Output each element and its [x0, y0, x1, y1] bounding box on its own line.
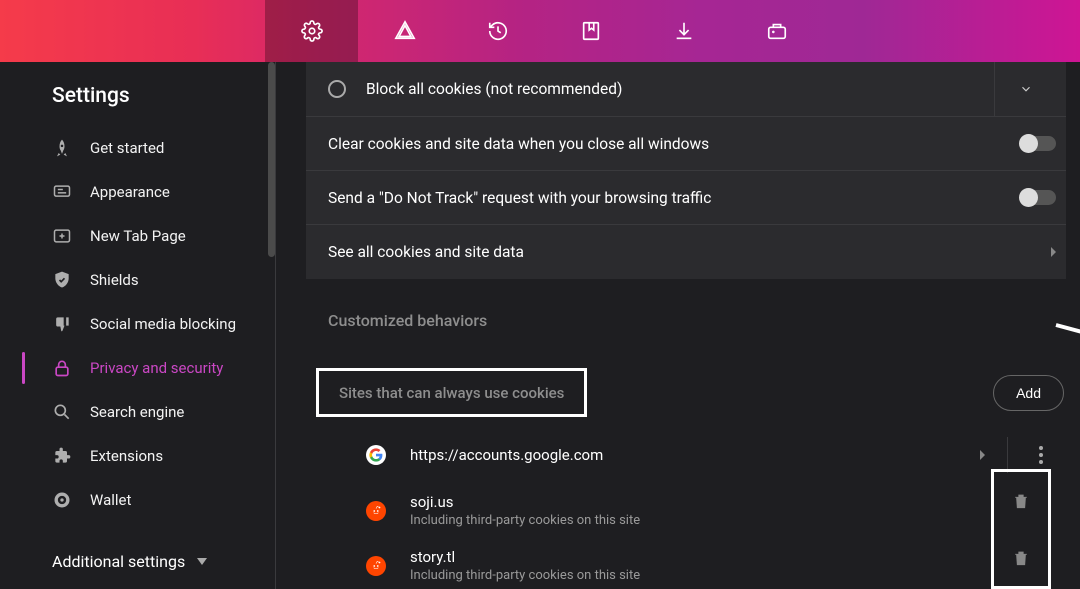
google-favicon-icon	[366, 445, 386, 465]
clear-on-close-label: Clear cookies and site data when you clo…	[328, 135, 1022, 153]
allow-sites-header: Sites that can always use cookies Add	[306, 340, 1080, 427]
tab-rewards[interactable]	[358, 0, 451, 62]
sidebar-additional-settings[interactable]: Additional settings	[0, 522, 275, 571]
sidebar-label: Wallet	[90, 491, 131, 509]
sidebar-item-privacy-security[interactable]: Privacy and security	[0, 346, 275, 390]
chevron-right-icon[interactable]	[980, 450, 985, 460]
sidebar-item-social-blocking[interactable]: Social media blocking	[0, 302, 275, 346]
expand-button[interactable]	[994, 62, 1056, 116]
rocket-icon	[52, 138, 72, 158]
site-url: https://accounts.google.com	[410, 446, 946, 464]
customized-behaviors-heading: Customized behaviors	[306, 279, 1080, 340]
sidebar-label: New Tab Page	[90, 227, 186, 245]
additional-label: Additional settings	[52, 552, 185, 571]
sidebar-label: Search engine	[90, 403, 184, 421]
sidebar-items: Get started Appearance New Tab Page Shie…	[0, 126, 275, 522]
lock-icon	[52, 358, 72, 378]
site-row[interactable]: soji.us Including third-party cookies on…	[306, 483, 1080, 538]
sidebar-item-shields[interactable]: Shields	[0, 258, 275, 302]
chevron-down-icon	[197, 558, 207, 565]
gear-icon	[301, 20, 323, 42]
site-row-actions	[970, 437, 1070, 473]
site-text: https://accounts.google.com	[410, 446, 946, 464]
site-desc: Including third-party cookies on this si…	[410, 513, 1070, 528]
site-text: story.tl Including third-party cookies o…	[410, 548, 1070, 583]
tab-bookmarks[interactable]	[544, 0, 637, 62]
bookmark-page-icon	[580, 20, 602, 42]
sidebar-label: Shields	[90, 271, 139, 289]
dnt-row: Send a "Do Not Track" request with your …	[306, 171, 1066, 225]
site-row[interactable]: story.tl Including third-party cookies o…	[306, 538, 1080, 589]
divider	[1007, 437, 1008, 473]
site-url: story.tl	[410, 548, 1070, 566]
highlighted-box: Sites that can always use cookies	[316, 368, 587, 417]
tab-history[interactable]	[451, 0, 544, 62]
sidebar-label: Get started	[90, 139, 164, 157]
dnt-label: Send a "Do Not Track" request with your …	[328, 189, 1022, 207]
main-content: Block all cookies (not recommended) Clea…	[276, 62, 1080, 589]
radio-unchecked-icon[interactable]	[328, 80, 346, 98]
see-all-cookies-row[interactable]: See all cookies and site data	[306, 225, 1066, 279]
sidebar-label: Privacy and security	[90, 359, 223, 377]
reddit-favicon-icon	[366, 556, 386, 576]
add-button[interactable]: Add	[993, 375, 1064, 411]
appearance-icon	[52, 182, 72, 202]
sidebar-label: Extensions	[90, 447, 163, 465]
clear-on-close-row: Clear cookies and site data when you clo…	[306, 117, 1066, 171]
more-vertical-icon	[1039, 446, 1043, 464]
block-all-label: Block all cookies (not recommended)	[366, 80, 994, 98]
toolbar-spacer	[0, 0, 265, 62]
download-icon	[673, 20, 695, 42]
sidebar-title: Settings	[0, 62, 275, 126]
site-row[interactable]: https://accounts.google.com	[306, 427, 1080, 483]
sidebar-item-appearance[interactable]: Appearance	[0, 170, 275, 214]
reddit-favicon-icon	[366, 501, 386, 521]
tab-downloads[interactable]	[637, 0, 730, 62]
sidebar-scrollbar[interactable]	[267, 62, 275, 589]
sidebar-item-new-tab[interactable]: New Tab Page	[0, 214, 275, 258]
site-desc: Including third-party cookies on this si…	[410, 568, 1070, 583]
sidebar-label: Social media blocking	[90, 315, 236, 333]
always-cookies-title: Sites that can always use cookies	[339, 384, 564, 402]
trash-icon[interactable]	[1012, 491, 1030, 511]
sidebar-item-extensions[interactable]: Extensions	[0, 434, 275, 478]
top-toolbar	[0, 0, 1080, 62]
extension-icon	[52, 446, 72, 466]
trash-icon[interactable]	[1012, 548, 1030, 568]
block-all-cookies-option[interactable]: Block all cookies (not recommended)	[306, 62, 1066, 117]
chevron-right-icon	[1051, 247, 1056, 257]
sidebar-scrollbar-thumb[interactable]	[268, 62, 275, 257]
sidebar-item-wallet[interactable]: Wallet	[0, 478, 275, 522]
tab-settings[interactable]	[265, 0, 358, 62]
cookie-panel: Block all cookies (not recommended) Clea…	[306, 62, 1066, 279]
history-icon	[487, 20, 509, 42]
trash-annotation-box	[991, 469, 1051, 589]
site-text: soji.us Including third-party cookies on…	[410, 493, 1070, 528]
triangle-warning-icon	[394, 20, 416, 42]
dnt-toggle[interactable]	[1022, 190, 1056, 205]
chevron-down-icon	[1019, 82, 1033, 96]
search-icon	[52, 402, 72, 422]
thumbs-down-icon	[52, 314, 72, 334]
more-menu-button[interactable]	[1030, 444, 1052, 466]
sidebar-label: Appearance	[90, 183, 170, 201]
clear-on-close-toggle[interactable]	[1022, 136, 1056, 151]
site-list: https://accounts.google.com soji.us Incl…	[306, 427, 1080, 589]
sidebar-item-get-started[interactable]: Get started	[0, 126, 275, 170]
wallet-icon	[766, 20, 788, 42]
see-all-label: See all cookies and site data	[328, 243, 1041, 261]
wallet-sidebar-icon	[52, 490, 72, 510]
sidebar-item-search-engine[interactable]: Search engine	[0, 390, 275, 434]
sidebar: Settings Get started Appearance New Tab …	[0, 62, 276, 589]
new-tab-icon	[52, 226, 72, 246]
site-url: soji.us	[410, 493, 1070, 511]
tab-wallet[interactable]	[730, 0, 823, 62]
shield-icon	[52, 270, 72, 290]
